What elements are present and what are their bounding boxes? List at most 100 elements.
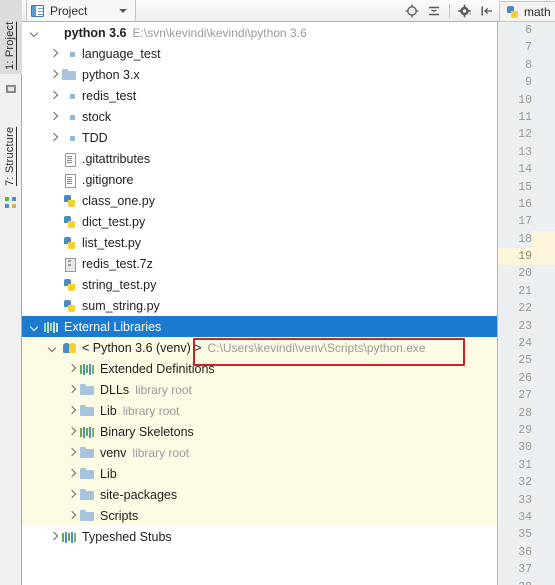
- tree-row[interactable]: TDD: [22, 127, 497, 148]
- tree-row[interactable]: Scripts: [22, 505, 497, 526]
- tree-row[interactable]: redis_test: [22, 85, 497, 106]
- line-number: 23: [518, 319, 532, 333]
- line-number: 10: [518, 93, 532, 107]
- tree-row[interactable]: venv library root: [22, 442, 497, 463]
- folder-icon: [62, 68, 77, 82]
- tree-row-label: class_one.py: [82, 193, 155, 208]
- chevron-right-icon[interactable]: [48, 111, 59, 122]
- line-number: 9: [525, 76, 532, 90]
- tree-row-label: Extended Definitions: [100, 361, 215, 376]
- editor-area[interactable]: 6 7 8 9 10 11 12 13 14 15 16 17 18 19 20 21 22 23 24 25 26 27…: [497, 22, 555, 585]
- line-number: 31: [518, 458, 532, 472]
- source-folder-icon: [62, 110, 77, 124]
- target-icon[interactable]: [402, 1, 422, 21]
- line-number: 16: [518, 197, 532, 211]
- tree-row-label: External Libraries: [64, 319, 162, 334]
- line-number: 25: [518, 354, 532, 368]
- chevron-right-icon[interactable]: [66, 426, 77, 437]
- chevron-right-icon[interactable]: [66, 363, 77, 374]
- library-icon: [44, 320, 59, 334]
- tree-row[interactable]: redis_test.7z: [22, 253, 497, 274]
- collapse-all-icon[interactable]: [424, 1, 444, 21]
- line-number: 15: [518, 180, 532, 194]
- tree-row-label: list_test.py: [82, 235, 142, 250]
- tree-row[interactable]: Binary Skeletons: [22, 421, 497, 442]
- tree-row[interactable]: dict_test.py: [22, 211, 497, 232]
- chevron-down-icon[interactable]: [30, 27, 41, 38]
- tree-row-label: < Python 3.6 (venv) >: [82, 340, 202, 355]
- tree-row-label: Binary Skeletons: [100, 424, 194, 439]
- chevron-right-icon[interactable]: [66, 447, 77, 458]
- tree-row[interactable]: Extended Definitions: [22, 358, 497, 379]
- gear-icon[interactable]: [455, 1, 475, 21]
- chevron-right-icon[interactable]: [66, 384, 77, 395]
- tree-row-detail: library root: [122, 403, 180, 418]
- project-icon: [5, 82, 17, 94]
- tree-row[interactable]: sum_string.py: [22, 295, 497, 316]
- tree-row[interactable]: < Python 3.6 (venv) > C:\Users\kevindi\ve…: [22, 337, 497, 358]
- line-number: 32: [518, 476, 532, 490]
- chevron-down-icon[interactable]: [119, 8, 128, 13]
- tree-row-label: Lib: [100, 466, 117, 481]
- hide-panel-icon[interactable]: [477, 1, 497, 21]
- python-file-icon: [505, 5, 520, 19]
- tree-row[interactable]: stock: [22, 106, 497, 127]
- text-file-icon: [62, 152, 77, 167]
- tab-project[interactable]: Project: [26, 0, 137, 21]
- chevron-right-icon[interactable]: [66, 405, 77, 416]
- chevron-right-icon[interactable]: [48, 48, 59, 59]
- chevron-right-icon[interactable]: [48, 531, 59, 542]
- chevron-right-icon[interactable]: [48, 90, 59, 101]
- sidebar-tab-project[interactable]: 1: Project: [0, 0, 22, 74]
- tree-row-label: TDD: [82, 130, 108, 145]
- editor-tab-math[interactable]: math: [499, 1, 555, 22]
- tree-row[interactable]: list_test.py: [22, 232, 497, 253]
- tree-row[interactable]: string_test.py: [22, 274, 497, 295]
- line-number: 36: [518, 545, 532, 559]
- line-number: 20: [518, 267, 532, 281]
- tree-row[interactable]: Lib library root: [22, 400, 497, 421]
- folder-icon: [80, 383, 95, 397]
- tree-row[interactable]: .gitattributes: [22, 148, 497, 169]
- tree-row[interactable]: .gitignore: [22, 169, 497, 190]
- tab-project-label: Project: [50, 3, 88, 18]
- line-number: 14: [518, 163, 532, 177]
- tree-row[interactable]: External Libraries: [22, 316, 497, 337]
- line-number: 27: [518, 389, 532, 403]
- line-number: 8: [525, 58, 532, 72]
- chevron-right-icon[interactable]: [66, 510, 77, 521]
- chevron-right-icon[interactable]: [48, 69, 59, 80]
- tree-row[interactable]: python 3.x: [22, 64, 497, 85]
- tree-row-label: string_test.py: [82, 277, 157, 292]
- tree-row[interactable]: class_one.py: [22, 190, 497, 211]
- tree-row-label: .gitignore: [82, 172, 134, 187]
- chevron-down-icon[interactable]: [48, 342, 59, 353]
- tree-row-label: sum_string.py: [82, 298, 160, 313]
- python-file-icon: [62, 194, 77, 208]
- sidebar-tab-structure[interactable]: 7: Structure: [0, 104, 22, 190]
- tree-row[interactable]: Typeshed Stubs: [22, 526, 497, 547]
- tree-row[interactable]: DLLs library root: [22, 379, 497, 400]
- python-interpreter-icon: [62, 341, 77, 355]
- chevron-right-icon[interactable]: [66, 468, 77, 479]
- chevron-right-icon[interactable]: [48, 132, 59, 143]
- line-number: 29: [518, 423, 532, 437]
- tree-row[interactable]: site-packages: [22, 484, 497, 505]
- tree-row[interactable]: python 3.6 E:\svn\kevindi\kevindi\python …: [22, 22, 497, 43]
- tree-row[interactable]: language_test: [22, 43, 497, 64]
- line-number: 33: [518, 493, 532, 507]
- line-number: 35: [518, 528, 532, 542]
- pycharm-window: 1: Project 7: Structure Project math pyt…: [0, 0, 555, 585]
- tree-row-label: language_test: [82, 46, 161, 61]
- folder-icon: [80, 488, 95, 502]
- tool-window-strip: 1: Project 7: Structure: [0, 0, 22, 585]
- library-icon: [80, 362, 95, 376]
- tree-row[interactable]: Lib: [22, 463, 497, 484]
- chevron-right-icon[interactable]: [66, 489, 77, 500]
- chevron-down-icon[interactable]: [30, 321, 41, 332]
- line-number: 22: [518, 302, 532, 316]
- project-tree[interactable]: python 3.6 E:\svn\kevindi\kevindi\python …: [22, 22, 497, 585]
